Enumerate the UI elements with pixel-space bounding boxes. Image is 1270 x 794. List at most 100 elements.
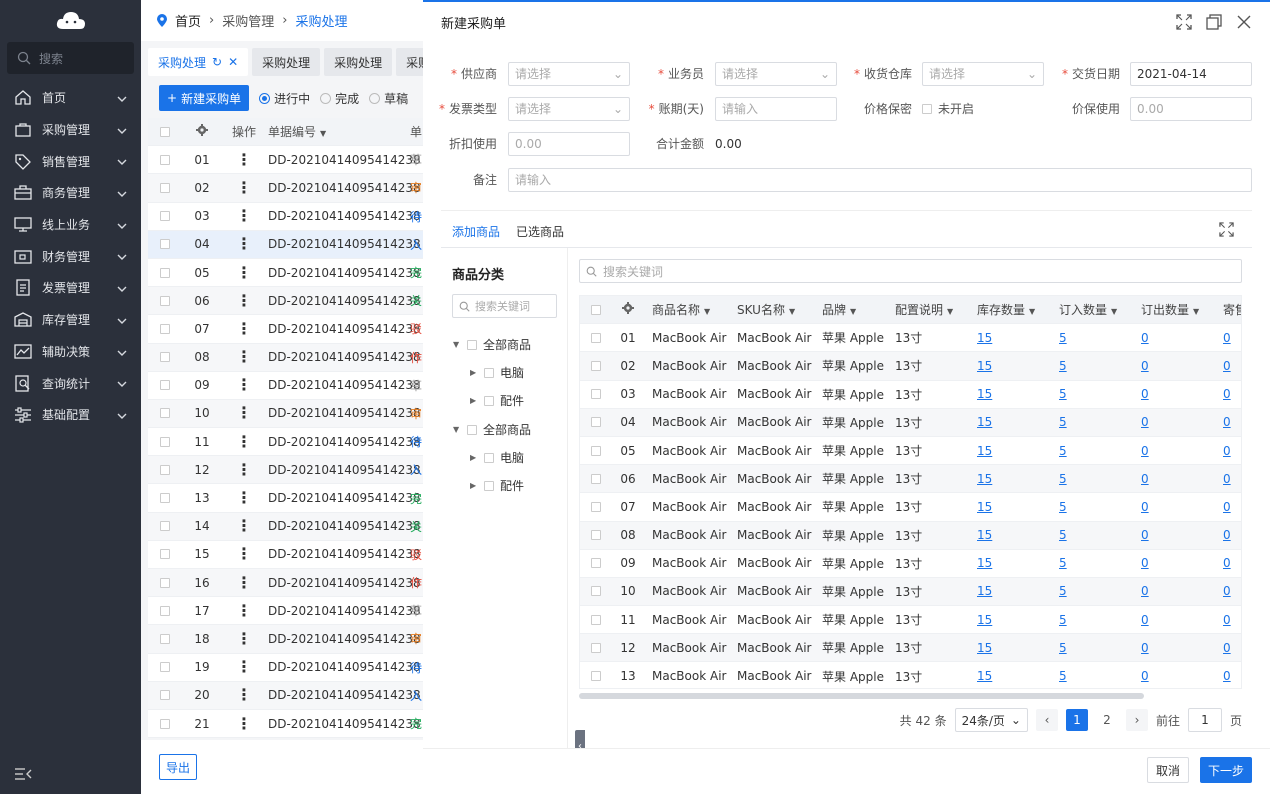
category-search[interactable]: 搜索关键词 xyxy=(452,294,557,318)
table-row[interactable]: 04 MacBook Air MacBook Air 苹果 Apple 13寸 15 5 0 0 xyxy=(580,408,1241,437)
delivery-date-input[interactable]: 2021-04-14 xyxy=(1130,62,1252,86)
table-row[interactable]: 12 ⋮ DD-20210414095414238 入 xyxy=(148,456,423,485)
gear-icon[interactable] xyxy=(622,302,634,315)
tab-selected-products[interactable]: 已选商品 xyxy=(516,223,564,240)
horizontal-scrollbar[interactable] xyxy=(579,693,1144,699)
consign-link[interactable]: 0 xyxy=(1223,444,1231,458)
row-checkbox[interactable] xyxy=(591,332,601,343)
stock-link[interactable]: 15 xyxy=(977,387,992,401)
product-search[interactable]: 搜索关键词 xyxy=(579,259,1242,283)
collapse-menu-icon[interactable] xyxy=(14,767,32,784)
order-in-link[interactable]: 5 xyxy=(1059,359,1067,373)
more-actions-icon[interactable]: ⋮ xyxy=(222,461,266,477)
sidebar-item[interactable]: 辅助决策 xyxy=(0,336,141,368)
table-row[interactable]: 13 ⋮ DD-20210414095414238 完 xyxy=(148,484,423,513)
table-row[interactable]: 11 MacBook Air MacBook Air 苹果 Apple 13寸 15 5 0 0 xyxy=(580,606,1241,635)
tree-checkbox[interactable] xyxy=(467,424,477,435)
select-all-checkbox[interactable] xyxy=(591,304,601,315)
expand-icon[interactable] xyxy=(1219,222,1234,237)
row-checkbox[interactable] xyxy=(591,671,601,682)
order-out-link[interactable]: 0 xyxy=(1141,556,1149,570)
table-row[interactable]: 05 ⋮ DD-20210414095414238 完 xyxy=(148,259,423,288)
caret-right-icon[interactable]: ▶ xyxy=(470,453,478,462)
row-checkbox[interactable] xyxy=(160,239,170,250)
table-row[interactable]: 09 MacBook Air MacBook Air 苹果 Apple 13寸 15 5 0 0 xyxy=(580,550,1241,578)
row-checkbox[interactable] xyxy=(160,267,170,278)
row-checkbox[interactable] xyxy=(591,445,601,456)
table-row[interactable]: 13 MacBook Air MacBook Air 苹果 Apple 13寸 15 5 0 0 xyxy=(580,662,1241,688)
col-doc-no[interactable]: 单据编号 ▼ xyxy=(266,123,410,140)
sidebar-search[interactable]: 搜索 xyxy=(7,42,134,74)
sidebar-item[interactable]: 首页 xyxy=(0,82,141,114)
row-checkbox[interactable] xyxy=(160,521,170,532)
more-actions-icon[interactable]: ⋮ xyxy=(222,518,266,534)
order-in-link[interactable]: 5 xyxy=(1059,387,1067,401)
consign-link[interactable]: 0 xyxy=(1223,331,1231,345)
order-out-link[interactable]: 0 xyxy=(1141,359,1149,373)
caret-down-icon[interactable]: ▼ xyxy=(453,340,461,349)
order-in-link[interactable]: 5 xyxy=(1059,613,1067,627)
table-row[interactable]: 11 ⋮ DD-20210414095414238 待 xyxy=(148,428,423,457)
stock-link[interactable]: 15 xyxy=(977,359,992,373)
consign-link[interactable]: 0 xyxy=(1223,669,1231,683)
table-row[interactable]: 17 ⋮ DD-20210414095414238 草 xyxy=(148,597,423,626)
supplier-select[interactable]: 请选择 ⌄ xyxy=(508,62,630,86)
more-actions-icon[interactable]: ⋮ xyxy=(222,490,266,506)
order-in-link[interactable]: 5 xyxy=(1059,556,1067,570)
stock-link[interactable]: 15 xyxy=(977,669,992,683)
more-actions-icon[interactable]: ⋮ xyxy=(222,208,266,224)
order-out-link[interactable]: 0 xyxy=(1141,472,1149,486)
table-row[interactable]: 15 ⋮ DD-20210414095414238 驳 xyxy=(148,541,423,569)
tree-checkbox[interactable] xyxy=(467,339,477,350)
sidebar-item[interactable]: 采购管理 xyxy=(0,114,141,146)
salesman-select[interactable]: 请选择 ⌄ xyxy=(715,62,837,86)
more-actions-icon[interactable]: ⋮ xyxy=(222,659,266,675)
price-use-input[interactable]: 0.00 xyxy=(1130,97,1252,121)
radio-draft[interactable]: 草稿 xyxy=(369,90,408,107)
table-row[interactable]: 20 ⋮ DD-20210414095414238 入 xyxy=(148,681,423,710)
fullscreen-icon[interactable] xyxy=(1176,14,1192,30)
radio-complete[interactable]: 完成 xyxy=(320,90,359,107)
table-row[interactable]: 02 ⋮ DD-20210414095414238 审 xyxy=(148,174,423,203)
breadcrumb-level1[interactable]: 采购管理 xyxy=(222,11,274,30)
row-checkbox[interactable] xyxy=(591,360,601,371)
tree-node[interactable]: ▶ 配件 xyxy=(470,392,524,409)
table-row[interactable]: 08 MacBook Air MacBook Air 苹果 Apple 13寸 15 5 0 0 xyxy=(580,521,1241,550)
tree-checkbox[interactable] xyxy=(484,480,494,491)
row-checkbox[interactable] xyxy=(160,211,170,222)
order-out-link[interactable]: 0 xyxy=(1141,331,1149,345)
row-checkbox[interactable] xyxy=(591,473,601,484)
warehouse-select[interactable]: 请选择 ⌄ xyxy=(922,62,1044,86)
table-row[interactable]: 03 ⋮ DD-20210414095414238 待 xyxy=(148,203,423,231)
more-actions-icon[interactable]: ⋮ xyxy=(222,687,266,703)
close-icon[interactable]: ✕ xyxy=(228,55,238,69)
select-all-checkbox[interactable] xyxy=(160,126,170,137)
row-checkbox[interactable] xyxy=(160,154,170,165)
sidebar-item[interactable]: 销售管理 xyxy=(0,145,141,177)
order-in-link[interactable]: 5 xyxy=(1059,528,1067,542)
stock-link[interactable]: 15 xyxy=(977,415,992,429)
more-actions-icon[interactable]: ⋮ xyxy=(222,630,266,646)
row-checkbox[interactable] xyxy=(591,586,601,597)
consign-link[interactable]: 0 xyxy=(1223,359,1231,373)
order-out-link[interactable]: 0 xyxy=(1141,584,1149,598)
consign-link[interactable]: 0 xyxy=(1223,556,1231,570)
new-purchase-button[interactable]: + 新建采购单 xyxy=(159,85,250,111)
table-row[interactable]: 19 ⋮ DD-20210414095414238 待 xyxy=(148,654,423,682)
order-out-link[interactable]: 0 xyxy=(1141,387,1149,401)
sidebar-item[interactable]: 发票管理 xyxy=(0,272,141,304)
more-actions-icon[interactable]: ⋮ xyxy=(222,292,266,308)
order-out-link[interactable]: 0 xyxy=(1141,444,1149,458)
stock-link[interactable]: 15 xyxy=(977,444,992,458)
table-row[interactable]: 06 MacBook Air MacBook Air 苹果 Apple 13寸 15 5 0 0 xyxy=(580,465,1241,494)
col-header[interactable]: 商品名称 ▼ xyxy=(644,301,729,318)
row-checkbox[interactable] xyxy=(160,323,170,334)
table-row[interactable]: 12 MacBook Air MacBook Air 苹果 Apple 13寸 15 5 0 0 xyxy=(580,634,1241,663)
tree-node[interactable]: ▼ 全部商品 xyxy=(453,421,531,438)
table-row[interactable]: 03 MacBook Air MacBook Air 苹果 Apple 13寸 15 5 0 0 xyxy=(580,381,1241,409)
more-actions-icon[interactable]: ⋮ xyxy=(222,546,266,562)
table-row[interactable]: 14 ⋮ DD-20210414095414238 关 xyxy=(148,512,423,541)
next-step-button[interactable]: 下一步 xyxy=(1199,757,1252,783)
consign-link[interactable]: 0 xyxy=(1223,528,1231,542)
tree-checkbox[interactable] xyxy=(484,395,494,406)
